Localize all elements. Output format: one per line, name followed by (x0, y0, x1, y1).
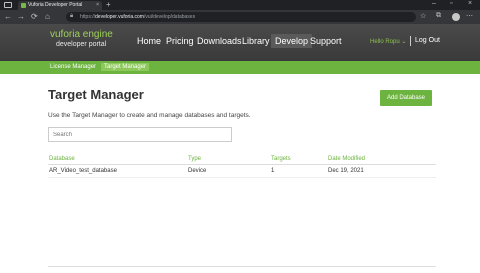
site-header: vuforia engine developer portal Home Pri… (0, 24, 480, 61)
forward-icon[interactable]: → (17, 12, 25, 21)
database-name-link[interactable]: AR_Video_test_database (49, 168, 117, 174)
nav-support[interactable]: Support (310, 36, 342, 46)
address-url: https://developer.vuforia.com/vui/develo… (80, 14, 196, 20)
page-title: Target Manager (48, 87, 144, 102)
database-targets: 1 (271, 168, 275, 174)
table-header-divider (48, 164, 436, 165)
column-header-database[interactable]: Database (49, 156, 75, 162)
browser-titlebar: Vuforia Developer Portal × + – ▫ × (0, 0, 480, 10)
user-menu[interactable]: Hello Ropu ⌄ (370, 38, 406, 45)
reload-icon[interactable]: ⟳ (31, 12, 38, 21)
address-bar[interactable]: 🔒︎ https://developer.vuforia.com/vui/dev… (66, 12, 416, 22)
search-input[interactable] (48, 127, 232, 142)
header-divider (410, 36, 411, 46)
column-header-targets[interactable]: Targets (271, 156, 291, 162)
more-menu-icon[interactable]: ⋯ (466, 12, 473, 20)
content-bottom-divider (48, 266, 436, 267)
home-icon[interactable]: ⌂ (45, 12, 50, 21)
new-tab-button[interactable]: + (106, 0, 111, 9)
favorites-icon[interactable]: ☆ (420, 12, 426, 20)
tab-close-icon[interactable]: × (96, 2, 99, 8)
sub-navigation: License Manager Target Manager (0, 61, 480, 74)
close-window-button[interactable]: × (468, 0, 472, 7)
add-database-button[interactable]: Add Database (380, 90, 432, 106)
column-header-date-modified[interactable]: Date Modified (328, 156, 365, 162)
back-icon[interactable]: ← (4, 12, 12, 21)
favicon-icon (21, 3, 26, 8)
profile-avatar[interactable] (452, 13, 460, 21)
database-date-modified: Dec 19, 2021 (328, 168, 364, 174)
collections-icon[interactable]: ⧉ (436, 12, 441, 20)
browser-tab[interactable]: Vuforia Developer Portal × (18, 1, 102, 10)
site-logo-subtitle: developer portal (56, 41, 107, 48)
nav-library[interactable]: Library (242, 36, 270, 46)
site-logo[interactable]: vuforia engine (50, 29, 113, 40)
browser-toolbar: ← → ⟳ ⌂ 🔒︎ https://developer.vuforia.com… (0, 10, 480, 24)
logout-link[interactable]: Log Out (415, 37, 440, 44)
lock-icon: 🔒︎ (70, 13, 74, 19)
tab-title: Vuforia Developer Portal (28, 2, 83, 8)
subnav-target-manager[interactable]: Target Manager (101, 63, 150, 71)
minimize-button[interactable]: – (432, 0, 436, 7)
window-menu-icon[interactable] (4, 2, 12, 8)
intro-text: Use the Target Manager to create and man… (48, 112, 251, 119)
database-type: Device (188, 168, 207, 174)
table-row-divider (48, 177, 436, 178)
nav-downloads[interactable]: Downloads (197, 36, 242, 46)
maximize-button[interactable]: ▫ (450, 0, 452, 7)
nav-pricing[interactable]: Pricing (166, 36, 194, 46)
nav-develop[interactable]: Develop (271, 34, 313, 48)
column-header-type[interactable]: Type (188, 156, 201, 162)
nav-home[interactable]: Home (137, 36, 161, 46)
subnav-license-manager[interactable]: License Manager (50, 64, 96, 70)
